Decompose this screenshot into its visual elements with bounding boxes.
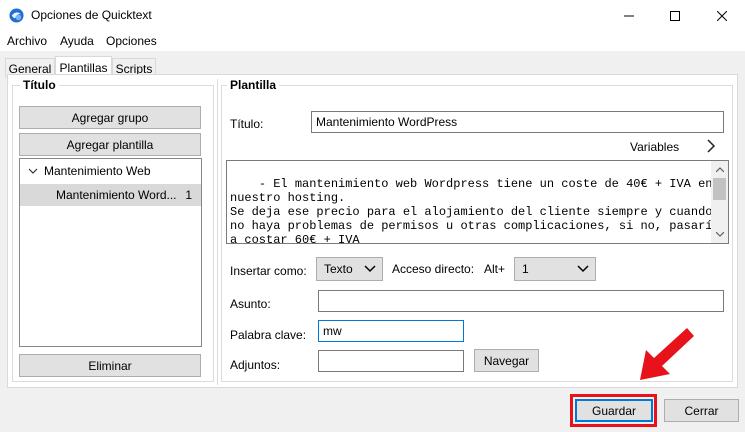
chevron-down-icon (364, 265, 376, 273)
tree-item-row[interactable]: Mantenimiento Word... 1 (20, 184, 201, 206)
close-button[interactable] (699, 0, 745, 31)
save-highlight-box (570, 394, 657, 427)
titles-group-label: Título (20, 78, 59, 92)
close-icon (717, 10, 727, 21)
menu-opciones[interactable]: Opciones (106, 34, 157, 48)
subject-label: Asunto: (230, 297, 271, 311)
insert-as-select[interactable]: Texto (316, 257, 383, 281)
red-arrow-icon (640, 328, 694, 380)
insert-as-label: Insertar como: (230, 264, 307, 278)
tree-item-label: Mantenimiento Word... (56, 188, 177, 202)
minimize-button[interactable] (606, 0, 652, 31)
add-template-button[interactable]: Agregar plantilla (19, 133, 201, 156)
tree-group-label: Mantenimiento Web (44, 164, 151, 178)
keyword-field[interactable]: mw (318, 320, 464, 342)
keyword-label: Palabra clave: (230, 328, 307, 342)
templates-tree: Mantenimiento Web Mantenimiento Word... … (19, 158, 202, 347)
insert-as-value: Texto (324, 262, 353, 276)
menu-bar: Archivo Ayuda Opciones (0, 31, 745, 51)
title-bar: Opciones de Quicktext (0, 0, 745, 31)
plantillas-panel: Título Agregar grupo Agregar plantilla M… (7, 74, 738, 388)
maximize-button[interactable] (652, 0, 698, 31)
template-group-label: Plantilla (227, 78, 280, 92)
tree-item-shortcut: 1 (185, 188, 192, 202)
template-body-textarea[interactable]: - El mantenimiento web Wordpress tiene u… (226, 160, 729, 244)
tree-group-row[interactable]: Mantenimiento Web (20, 160, 201, 182)
chevron-down-icon (577, 265, 589, 273)
body-scrollbar[interactable] (711, 161, 728, 243)
menu-archivo[interactable]: Archivo (7, 34, 47, 48)
title-label: Título: (230, 117, 264, 131)
close-dialog-button[interactable]: Cerrar (664, 399, 739, 422)
shortcut-label: Acceso directo: (392, 262, 475, 276)
delete-button[interactable]: Eliminar (19, 354, 201, 377)
chevron-down-icon[interactable] (28, 166, 38, 176)
scroll-thumb[interactable] (713, 178, 726, 200)
tab-label: Plantillas (59, 61, 108, 75)
shortcut-prefix: Alt+ (484, 262, 506, 276)
chevron-right-icon[interactable] (706, 139, 716, 153)
menu-ayuda[interactable]: Ayuda (60, 34, 94, 48)
attachments-field[interactable] (318, 350, 464, 372)
shortcut-value: 1 (522, 262, 529, 276)
add-group-button[interactable]: Agregar grupo (19, 106, 201, 129)
attachments-label: Adjuntos: (230, 358, 281, 372)
browse-button[interactable]: Navegar (474, 349, 539, 372)
variables-label: Variables (630, 140, 680, 154)
title-field[interactable]: Mantenimiento WordPress (311, 111, 724, 133)
shortcut-select[interactable]: 1 (514, 257, 596, 281)
subject-field[interactable] (318, 290, 724, 312)
maximize-icon (670, 10, 680, 21)
window-title: Opciones de Quicktext (31, 8, 152, 22)
thunderbird-icon (9, 8, 24, 23)
scroll-up-icon[interactable] (711, 161, 728, 178)
template-body-text: - El mantenimiento web Wordpress tiene u… (230, 177, 720, 244)
panel-divider[interactable] (217, 79, 218, 385)
scroll-down-icon[interactable] (711, 226, 728, 243)
minimize-icon (624, 15, 634, 16)
